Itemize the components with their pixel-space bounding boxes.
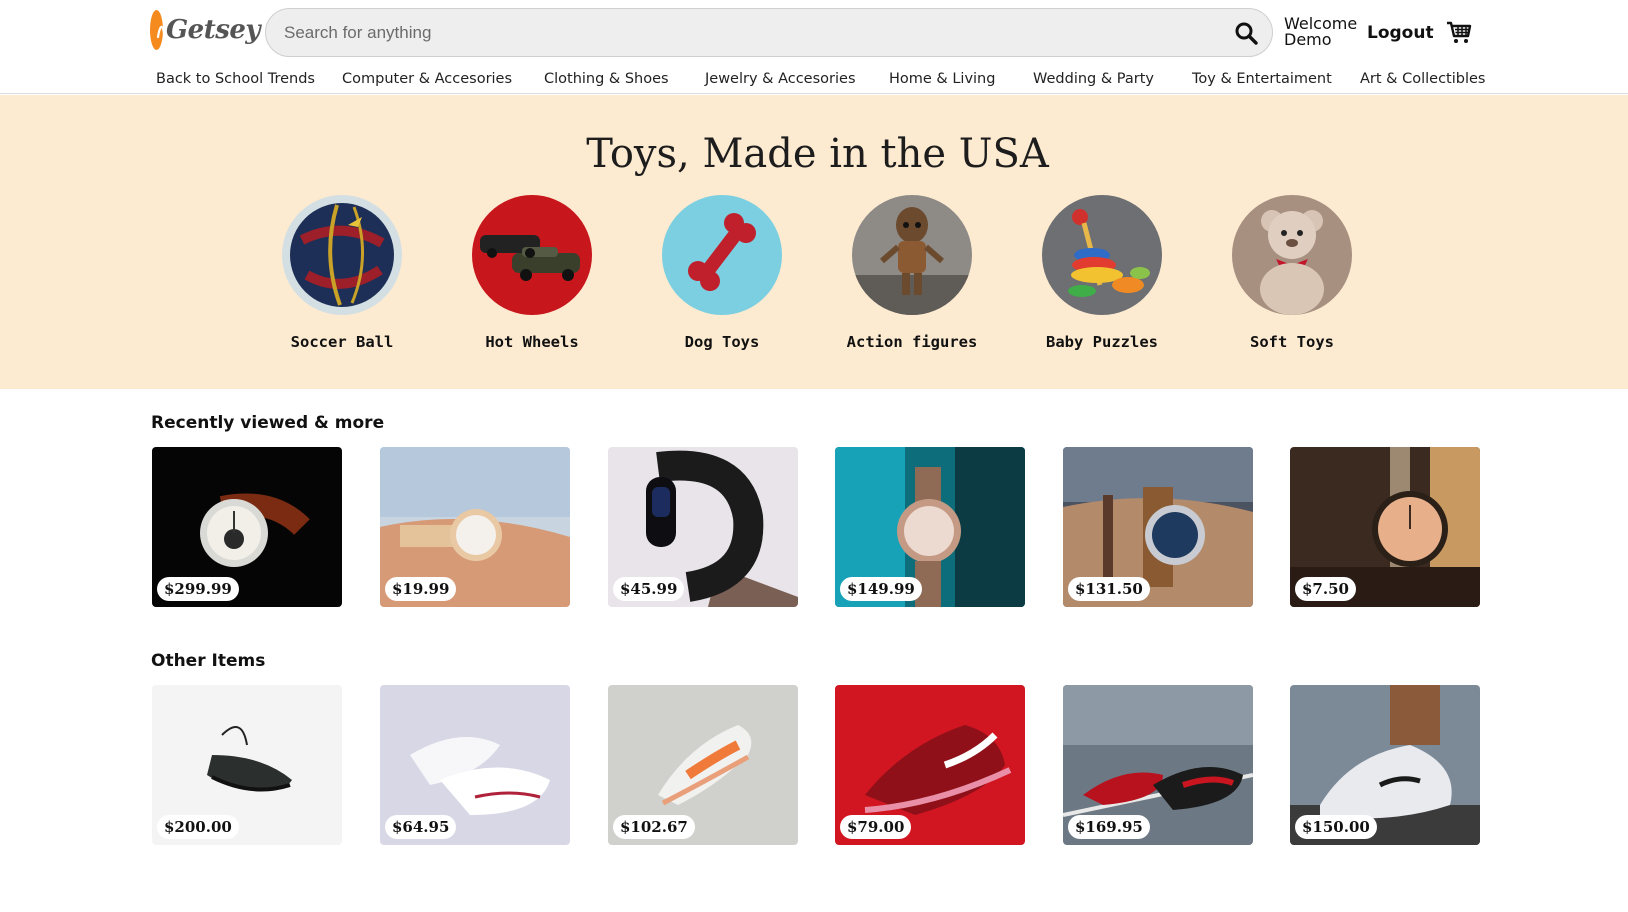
category-nav: Back to School Trends Computer & Accesor… [0, 64, 1628, 94]
price-tag: $299.99 [157, 577, 239, 601]
dog-toys-image [662, 195, 782, 315]
product-card[interactable]: $45.99 [608, 447, 798, 607]
product-card[interactable]: $150.00 [1290, 685, 1480, 845]
nav-item-art[interactable]: Art & Collectibles [1360, 71, 1485, 87]
product-card[interactable]: $169.95 [1063, 685, 1253, 845]
category-soccer-ball[interactable]: Soccer Ball [262, 195, 422, 351]
price-tag: $131.50 [1068, 577, 1150, 601]
category-soft-toys[interactable]: Soft Toys [1212, 195, 1372, 351]
price-tag: $169.95 [1068, 815, 1150, 839]
nav-item-wedding[interactable]: Wedding & Party [1033, 71, 1154, 87]
price-tag: $7.50 [1295, 577, 1356, 601]
soccer-ball-image [282, 195, 402, 315]
price-tag: $19.99 [385, 577, 457, 601]
product-card[interactable]: $131.50 [1063, 447, 1253, 607]
welcome-text: Welcome Demo [1284, 16, 1357, 48]
price-tag: $149.99 [840, 577, 922, 601]
price-tag: $64.95 [385, 815, 457, 839]
search-bar [265, 8, 1273, 57]
nav-item-home-living[interactable]: Home & Living [889, 71, 995, 87]
category-baby-puzzles[interactable]: Baby Puzzles [1022, 195, 1182, 351]
nav-item-jewelry[interactable]: Jewelry & Accesories [705, 71, 856, 87]
product-card[interactable]: $102.67 [608, 685, 798, 845]
logout-link[interactable]: Logout [1367, 23, 1434, 43]
nav-item-computer[interactable]: Computer & Accesories [342, 71, 512, 87]
search-button[interactable] [1220, 9, 1272, 56]
cart-button[interactable] [1446, 20, 1472, 44]
category-label: Soccer Ball [290, 333, 394, 351]
logo-text: Getsey [165, 15, 261, 45]
category-dog-toys[interactable]: Dog Toys [642, 195, 802, 351]
search-icon [1235, 22, 1258, 45]
site-header: Getsey Welcome Demo Logout [0, 0, 1628, 64]
recently-viewed-title: Recently viewed & more [151, 413, 385, 433]
username: Demo [1284, 30, 1332, 49]
product-card[interactable]: $149.99 [835, 447, 1025, 607]
getsey-logo[interactable]: Getsey [150, 10, 261, 50]
soft-toys-image [1232, 195, 1352, 315]
nav-item-back-to-school[interactable]: Back to School Trends [156, 71, 315, 87]
product-card[interactable]: $19.99 [380, 447, 570, 607]
price-tag: $45.99 [613, 577, 685, 601]
price-tag: $200.00 [157, 815, 239, 839]
logo-mark-icon [150, 10, 163, 50]
category-hot-wheels[interactable]: Hot Wheels [452, 195, 612, 351]
product-card[interactable]: $79.00 [835, 685, 1025, 845]
price-tag: $79.00 [840, 815, 912, 839]
category-action-figures[interactable]: Action figures [832, 195, 992, 351]
nav-item-toys[interactable]: Toy & Entertaiment [1192, 71, 1332, 87]
product-card[interactable]: $7.50 [1290, 447, 1480, 607]
category-label: Dog Toys [684, 333, 760, 351]
promo-banner: Toys, Made in the USA Soccer Ball Hot Wh… [0, 95, 1628, 389]
nav-item-clothing[interactable]: Clothing & Shoes [544, 71, 669, 87]
cart-icon [1447, 21, 1472, 43]
hot-wheels-image [472, 195, 592, 315]
product-card[interactable]: $64.95 [380, 685, 570, 845]
category-label: Action figures [846, 333, 978, 351]
product-card[interactable]: $299.99 [152, 447, 342, 607]
search-input[interactable] [266, 9, 1220, 56]
price-tag: $150.00 [1295, 815, 1377, 839]
banner-title: Toys, Made in the USA [586, 131, 1049, 177]
other-items-title: Other Items [151, 651, 266, 671]
category-label: Baby Puzzles [1046, 333, 1158, 351]
product-card[interactable]: $200.00 [152, 685, 342, 845]
price-tag: $102.67 [613, 815, 695, 839]
category-label: Soft Toys [1250, 333, 1334, 351]
baby-puzzles-image [1042, 195, 1162, 315]
category-label: Hot Wheels [485, 333, 579, 351]
action-figures-image [852, 195, 972, 315]
